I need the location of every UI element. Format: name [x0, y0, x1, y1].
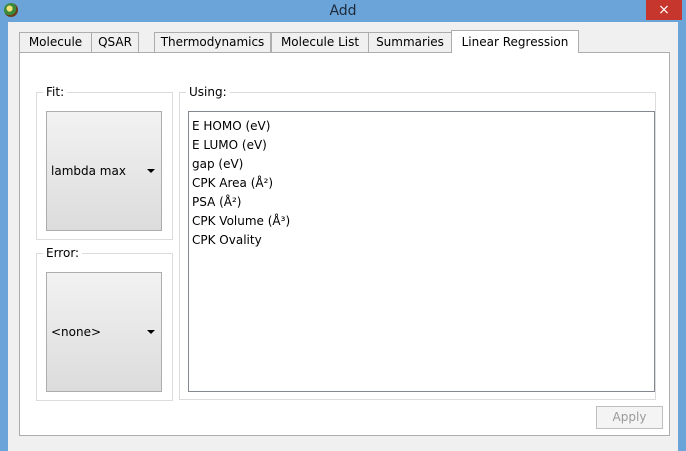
fit-groupbox: Fit: lambda max	[36, 85, 173, 240]
tab-qsar[interactable]: QSAR	[91, 32, 139, 52]
fit-label: Fit:	[43, 85, 68, 99]
tab-molecule[interactable]: Molecule	[19, 32, 92, 52]
fit-dropdown[interactable]: lambda max	[46, 111, 162, 231]
using-groupbox: Using: E HOMO (eV) E LUMO (eV) gap (eV) …	[179, 85, 656, 400]
list-item[interactable]: E HOMO (eV)	[192, 117, 651, 136]
apply-button[interactable]: Apply	[596, 406, 663, 429]
using-listbox[interactable]: E HOMO (eV) E LUMO (eV) gap (eV) CPK Are…	[188, 111, 655, 392]
chevron-down-icon	[147, 330, 155, 334]
fit-selected-value: lambda max	[51, 164, 126, 178]
list-item[interactable]: CPK Ovality	[192, 231, 651, 250]
tab-molecule-list[interactable]: Molecule List	[271, 32, 369, 52]
title-bar: Add ×	[0, 0, 686, 22]
tab-thermodynamics[interactable]: Thermodynamics	[154, 32, 271, 52]
chevron-down-icon	[147, 169, 155, 173]
close-button[interactable]: ×	[646, 0, 682, 20]
close-icon: ×	[658, 2, 670, 18]
list-item[interactable]: CPK Volume (Å³)	[192, 212, 651, 231]
list-item[interactable]: CPK Area (Å²)	[192, 174, 651, 193]
error-selected-value: <none>	[51, 325, 102, 339]
error-label: Error:	[43, 246, 83, 260]
tab-summaries[interactable]: Summaries	[368, 32, 452, 52]
list-item[interactable]: E LUMO (eV)	[192, 136, 651, 155]
window-title: Add	[329, 3, 357, 19]
using-label: Using:	[186, 85, 230, 99]
error-dropdown[interactable]: <none>	[46, 272, 162, 392]
list-item[interactable]: gap (eV)	[192, 155, 651, 174]
list-item[interactable]: PSA (Å²)	[192, 193, 651, 212]
linear-regression-panel: Fit: lambda max Error: <none> Using: E H…	[19, 52, 670, 436]
tab-linear-regression[interactable]: Linear Regression	[451, 30, 579, 53]
error-groupbox: Error: <none>	[36, 246, 173, 401]
